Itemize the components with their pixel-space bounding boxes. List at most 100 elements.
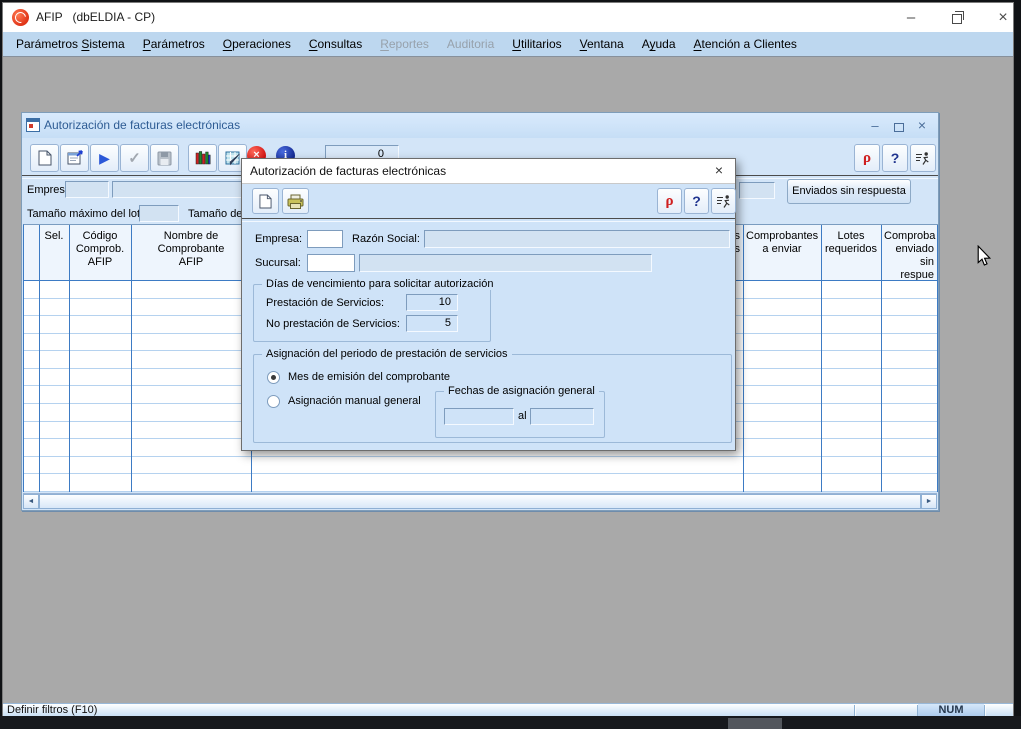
dialog-empresa-input[interactable] — [307, 230, 343, 248]
column-header[interactable]: Comprobantes a enviar — [744, 225, 822, 280]
child-window-title: Autorización de facturas electrónicas — [44, 118, 240, 132]
empresa-code-field[interactable] — [65, 181, 109, 198]
group-fechas-asignacion: Fechas de asignación general al — [435, 391, 605, 438]
running-man-icon — [915, 151, 931, 166]
scroll-thumb[interactable] — [39, 494, 921, 509]
child-minimize-button[interactable]: – — [864, 116, 886, 135]
radio-mes-emision-label[interactable]: Mes de emisión del comprobante — [288, 371, 450, 383]
dialog-close-button[interactable]: × — [708, 161, 730, 180]
column-header[interactable]: Comproba enviado sin respue — [882, 225, 938, 280]
rho-icon: ρ — [863, 151, 871, 166]
menu-item-label: Auditoria — [447, 37, 494, 51]
check-icon: ✓ — [128, 151, 141, 166]
child-close-button[interactable]: × — [911, 116, 933, 135]
rho-icon: ρ — [665, 194, 673, 209]
lots-button[interactable] — [188, 144, 217, 172]
dialog-rho-button[interactable]: ρ — [657, 188, 682, 214]
menu-item-label: uda — [655, 37, 675, 51]
column-header[interactable] — [24, 225, 40, 280]
menu-item-accelerator: C — [309, 37, 318, 51]
tamano-lote-field[interactable] — [139, 205, 179, 222]
close-button[interactable]: × — [987, 3, 1019, 32]
group-dias-title: Días de vencimiento para solicitar autor… — [262, 278, 497, 290]
prestacion-label: Prestación de Servicios: — [266, 297, 384, 309]
menu-item[interactable]: Utilitarios — [503, 32, 570, 56]
tamano-del-label: Tamaño del — [188, 208, 245, 220]
menu-item[interactable]: Ventana — [571, 32, 633, 56]
rho-tool-button[interactable]: ρ — [854, 144, 880, 172]
help-icon: ? — [891, 151, 900, 165]
play-icon: ▶ — [99, 151, 110, 165]
table-column — [132, 281, 252, 492]
dialog-exit-button[interactable] — [711, 188, 736, 214]
child-maximize-button[interactable] — [888, 116, 910, 135]
dialog-empresa-label: Empresa: — [255, 233, 302, 245]
exit-button[interactable] — [910, 144, 936, 172]
dialog-title: Autorización de facturas electrónicas — [250, 164, 446, 178]
dialog-print-button[interactable] — [282, 188, 309, 214]
table-column — [40, 281, 70, 492]
dialog-sucursal-name-field — [359, 254, 652, 272]
new-document-icon — [259, 194, 272, 209]
menu-item[interactable]: Consultas — [300, 32, 371, 56]
column-header-label: Comproba enviado sin respue — [884, 230, 935, 280]
column-header-label: Comprobantes a enviar — [746, 230, 818, 255]
menu-item[interactable]: Atención a Clientes — [685, 32, 806, 56]
group-fechas-title: Fechas de asignación general — [444, 385, 599, 397]
scroll-right-button[interactable]: ► — [921, 494, 937, 509]
dialog-sucursal-input[interactable] — [307, 254, 355, 272]
column-header[interactable]: Nombre de Comprobante AFIP — [132, 225, 252, 280]
dialog-help-button[interactable]: ? — [684, 188, 709, 214]
minimize-button[interactable]: – — [895, 3, 927, 32]
no-prestacion-label: No prestación de Servicios: — [266, 318, 400, 330]
child-titlebar[interactable]: Autorización de facturas electrónicas – … — [22, 113, 938, 138]
enviados-sin-respuesta-button[interactable]: Enviados sin respuesta — [787, 179, 911, 204]
menu-item-accelerator: O — [223, 37, 232, 51]
menu-item-label: peraciones — [232, 37, 291, 51]
menu-item-accelerator: A — [694, 37, 702, 51]
column-header[interactable]: Código Comprob. AFIP — [70, 225, 132, 280]
restore-button[interactable] — [941, 3, 973, 32]
radio-mes-emision[interactable] — [267, 371, 280, 384]
prestacion-field[interactable]: 10 — [406, 294, 458, 311]
scroll-left-button[interactable]: ◄ — [23, 494, 39, 509]
close-icon: × — [998, 9, 1007, 26]
column-header[interactable]: Sel. — [40, 225, 70, 280]
menu-item[interactable]: Reportes — [371, 32, 438, 56]
menu-item-label: onsultas — [318, 37, 363, 51]
new-button[interactable] — [30, 144, 59, 172]
running-man-icon — [716, 194, 732, 209]
menu-item[interactable]: Auditoria — [438, 32, 503, 56]
save-button[interactable] — [150, 144, 179, 172]
menu-item[interactable]: Operaciones — [214, 32, 300, 56]
minimize-icon: – — [871, 118, 878, 133]
main-titlebar: AFIP (dbELDIA - CP) – × — [3, 3, 1013, 32]
table-column — [882, 281, 938, 492]
group-asignacion-periodo: Asignación del periodo de prestación de … — [253, 354, 732, 443]
menu-item[interactable]: Parámetros — [134, 32, 214, 56]
no-prestacion-field[interactable]: 5 — [406, 315, 458, 332]
column-header[interactable]: Lotes requeridos — [822, 225, 882, 280]
properties-button[interactable] — [60, 144, 89, 172]
scroll-right-icon: ► — [926, 498, 933, 505]
confirm-button[interactable]: ✓ — [120, 144, 149, 172]
dialog-sucursal-label: Sucursal: — [255, 257, 301, 269]
maximize-icon — [894, 123, 904, 132]
mdi-client-area: Autorización de facturas electrónicas – … — [3, 56, 1013, 701]
horizontal-scrollbar[interactable]: ◄ ► — [23, 493, 937, 509]
radio-asignacion-manual[interactable] — [267, 395, 280, 408]
app-icon — [12, 9, 29, 26]
menu-item-accelerator: P — [143, 37, 151, 51]
radio-asignacion-manual-label[interactable]: Asignación manual general — [288, 395, 421, 407]
scroll-left-icon: ◄ — [28, 498, 35, 505]
right-small-field[interactable] — [739, 182, 775, 199]
tamano-lote-label: Tamaño máximo del lote: — [27, 208, 149, 220]
dialog-new-button[interactable] — [252, 188, 279, 214]
menu-item[interactable]: Ayuda — [633, 32, 685, 56]
run-button[interactable]: ▶ — [90, 144, 119, 172]
menu-item[interactable]: Parámetros Sistema — [7, 32, 134, 56]
dialog-titlebar[interactable]: Autorización de facturas electrónicas × — [242, 159, 735, 184]
help-button[interactable]: ? — [882, 144, 908, 172]
mouse-cursor — [976, 245, 992, 267]
menu-item-label: tención a Clientes — [702, 37, 797, 51]
